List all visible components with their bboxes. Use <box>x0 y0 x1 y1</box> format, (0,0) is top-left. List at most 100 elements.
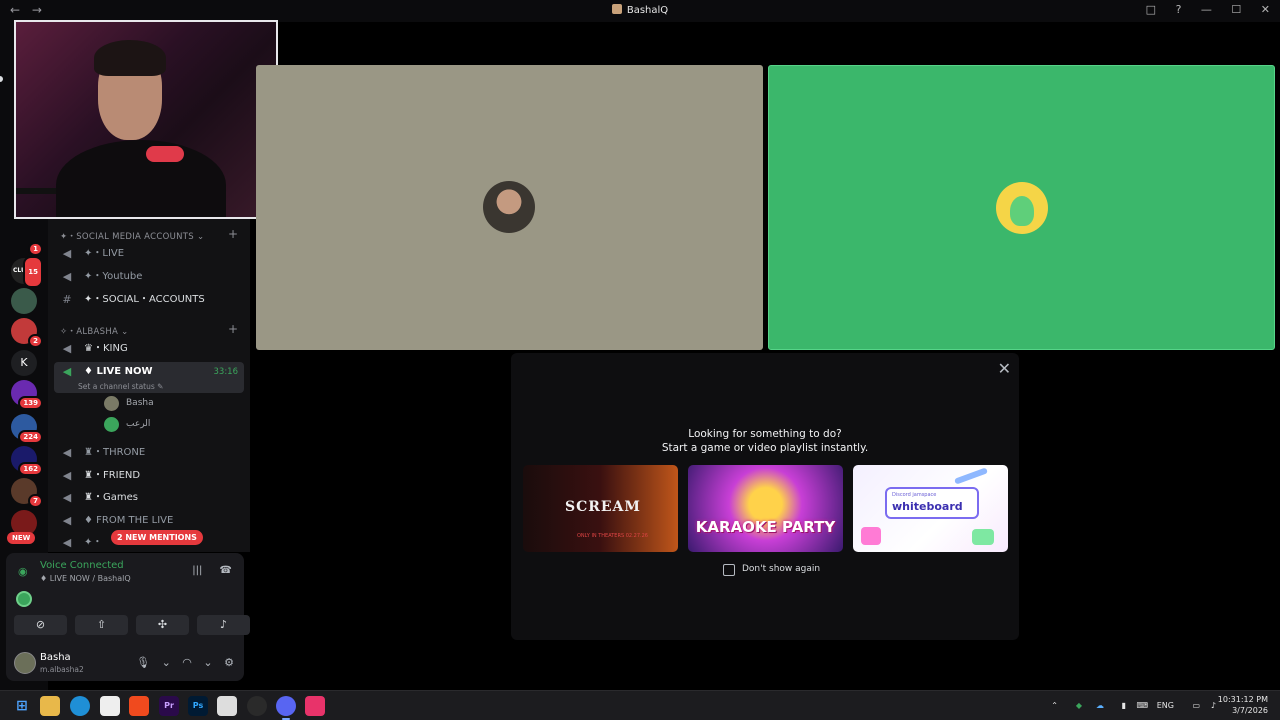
microphone <box>146 146 184 162</box>
channel-youtube[interactable]: ◀ ✦・Youtube <box>54 267 244 287</box>
activity-suggestion-popup: ✕ Looking for something to do? Start a g… <box>511 353 1019 640</box>
webcam-overlay <box>14 20 278 219</box>
add-channel-icon[interactable]: + <box>228 322 238 336</box>
chevron-up-icon[interactable]: ⌃ <box>1051 701 1058 710</box>
server-icon-clubb[interactable]: CLUBB 15 <box>11 256 43 288</box>
volume-icon[interactable]: ♪ <box>1211 701 1216 710</box>
channel-timer: 33:16 <box>213 367 239 377</box>
microphone-icon[interactable]: ▮ <box>1122 701 1126 710</box>
maximize-button[interactable]: ☐ <box>1231 3 1241 16</box>
tray-app-icon[interactable]: ◆ <box>1076 701 1082 710</box>
activity-card-scream[interactable]: SCREAM ONLY IN THEATERS 02.27.26 <box>523 465 678 552</box>
server-icon-6[interactable]: 139 <box>11 380 43 410</box>
microphone-icon[interactable]: 🎙 <box>136 656 150 669</box>
camera-off-button[interactable]: ⊘ <box>14 615 67 635</box>
clock-time: 10:31:12 PM <box>1217 695 1268 704</box>
speaker-icon: ◀ <box>62 446 72 459</box>
channel-social-accounts[interactable]: # ✦・SOCIAL・ACCOUNTS <box>54 290 244 310</box>
headphones-icon[interactable]: ◠ <box>182 656 192 669</box>
taskbar: ⊞ Pr Ps ⌃ ◆ ☁ ▮ ⌨ ENG ▭ ♪ 10:31:12 PM 3/… <box>0 690 1280 720</box>
voice-user-basha[interactable]: Basha <box>104 396 154 411</box>
participant-tile-basha[interactable] <box>256 65 763 350</box>
keyboard-icon[interactable]: ⌨ <box>1136 701 1148 710</box>
category-social-media[interactable]: ✦・SOCIAL MEDIA ACCOUNTS ⌄ <box>60 230 204 242</box>
activity-avatar[interactable] <box>16 591 32 607</box>
username[interactable]: Basha <box>40 652 71 663</box>
premiere-icon[interactable]: Pr <box>159 696 179 716</box>
server-icon-7[interactable]: 224 <box>11 414 43 444</box>
title-bar: ← → BashalQ □ ? — ☐ ✕ <box>0 0 1280 22</box>
participant-tile-2[interactable] <box>768 65 1275 350</box>
voice-location[interactable]: ♦ LIVE NOW / BashalQ <box>40 574 131 583</box>
server-icon-k[interactable]: K <box>11 350 37 376</box>
noise-suppression-icon[interactable]: ||| <box>192 565 202 576</box>
server-icon-3[interactable] <box>11 288 37 314</box>
help-icon[interactable]: ? <box>1176 3 1182 16</box>
channel-from-the-live[interactable]: ◀ ♦ FROM THE LIVE <box>54 511 244 531</box>
store-icon[interactable] <box>100 696 120 716</box>
user-bar: Basha m.albasha2 🎙 ⌄ ◠ ⌄ ⚙ <box>6 649 244 681</box>
chevron-down-icon[interactable]: ⌄ <box>162 656 171 669</box>
disconnect-icon[interactable]: ☎ <box>220 565 232 576</box>
mention-badge: 224 <box>18 430 43 444</box>
server-icon-1[interactable]: 1 <box>11 226 43 256</box>
server-icon-9[interactable]: 7 <box>11 478 43 508</box>
channel-label: ♦ LIVE NOW <box>84 366 153 377</box>
server-icon-4[interactable]: 2 <box>11 318 43 348</box>
activity-card-karaoke[interactable]: KARAOKE PARTY <box>688 465 843 552</box>
checkbox[interactable] <box>723 564 735 576</box>
signal-icon[interactable]: ◉ <box>18 565 28 578</box>
discord-icon[interactable] <box>276 696 296 720</box>
new-badge[interactable]: NEW <box>7 532 36 544</box>
decoration <box>861 527 881 545</box>
inbox-icon[interactable]: □ <box>1146 3 1156 16</box>
edge-icon[interactable] <box>70 696 90 716</box>
category-albasha[interactable]: ✧・ALBASHA ⌄ <box>60 325 129 337</box>
avatar[interactable] <box>14 652 36 674</box>
activities-button[interactable]: ✣ <box>136 615 189 635</box>
speaker-icon: ◀ <box>62 536 72 549</box>
tiktok-icon[interactable] <box>305 696 325 716</box>
channel-live[interactable]: ◀ ✦・LIVE <box>54 244 244 264</box>
channel-throne[interactable]: ◀ ♜・THRONE <box>54 443 244 463</box>
onedrive-icon[interactable]: ☁ <box>1096 701 1104 710</box>
close-button[interactable]: ✕ <box>1261 3 1270 16</box>
photoshop-icon[interactable]: Ps <box>188 696 208 716</box>
gear-icon[interactable]: ⚙ <box>224 656 234 669</box>
new-mentions-pill[interactable]: 2 NEW MENTIONS <box>111 530 203 545</box>
mention-badge: 15 <box>23 256 43 288</box>
brave-icon[interactable] <box>129 696 149 716</box>
channel-label: ✦・ <box>84 537 103 548</box>
voice-user-name: الرعب <box>126 419 151 429</box>
channel-live-now[interactable]: ◀ ♦ LIVE NOW 33:16 Set a channel status … <box>54 362 244 393</box>
language-indicator[interactable]: ENG <box>1157 701 1174 710</box>
app-icon[interactable] <box>217 696 237 716</box>
mention-badge: 139 <box>18 396 43 410</box>
voice-user-2[interactable]: الرعب <box>104 417 151 432</box>
close-icon[interactable]: ✕ <box>998 359 1011 378</box>
start-icon[interactable]: ⊞ <box>12 696 32 716</box>
steam-icon[interactable] <box>247 696 267 716</box>
channel-king[interactable]: ◀ ♛・KING <box>54 339 244 359</box>
channel-label: ✦・SOCIAL・ACCOUNTS <box>84 294 205 305</box>
activity-card-whiteboard[interactable]: Discord jamspace whiteboard <box>853 465 1008 552</box>
minimize-button[interactable]: — <box>1201 3 1212 16</box>
user-controls: 🎙 ⌄ ◠ ⌄ ⚙ <box>128 656 234 669</box>
speaker-icon: ◀ <box>62 342 72 355</box>
channel-games[interactable]: ◀ ♜・Games <box>54 488 244 508</box>
checkbox-label: Don't show again <box>742 564 821 574</box>
channel-friend[interactable]: ◀ ♜・FRIEND <box>54 466 244 486</box>
file-explorer-icon[interactable] <box>40 696 60 716</box>
voice-status[interactable]: Voice Connected <box>40 560 124 571</box>
chevron-down-icon[interactable]: ⌄ <box>203 656 212 669</box>
soundboard-button[interactable]: ♪ <box>197 615 250 635</box>
decoration <box>972 529 994 545</box>
add-channel-icon[interactable]: + <box>228 227 238 241</box>
channel-status[interactable]: Set a channel status ✎ <box>78 377 163 397</box>
clock[interactable]: 10:31:12 PM 3/7/2026 <box>1218 694 1268 716</box>
network-icon[interactable]: ▭ <box>1192 701 1200 710</box>
channel-label: ♜・FRIEND <box>84 470 141 481</box>
speaker-icon: ◀ <box>62 491 72 504</box>
server-icon-8[interactable]: 162 <box>11 446 43 476</box>
screen-share-button[interactable]: ⇧ <box>75 615 128 635</box>
